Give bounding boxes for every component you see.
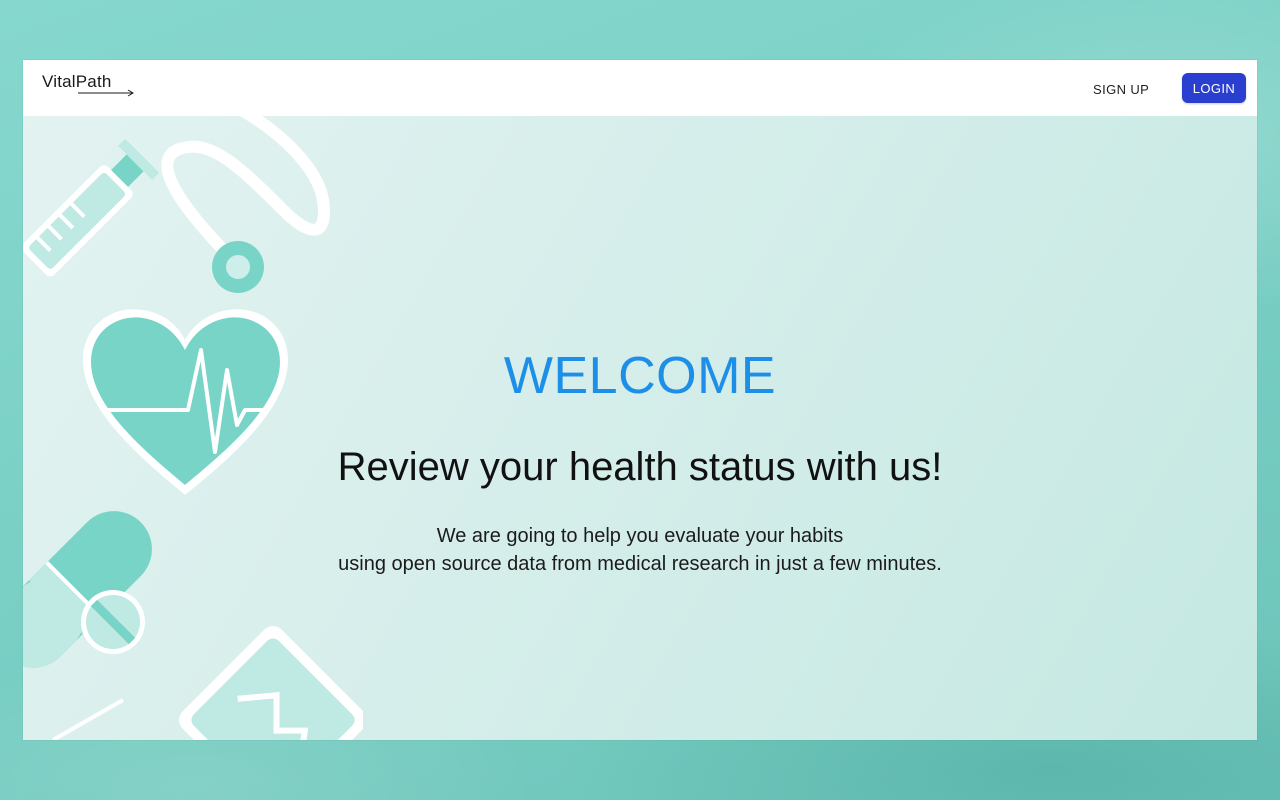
brand-logo[interactable]: VitalPath [42, 72, 134, 97]
signup-link[interactable]: SIGN UP [1087, 78, 1155, 101]
top-navbar: VitalPath SIGN UP LOGIN [23, 60, 1257, 116]
hero-description-line: We are going to help you evaluate your h… [436, 525, 844, 547]
login-button[interactable]: LOGIN [1182, 73, 1246, 103]
hero-description-line: using open source data from medical rese… [338, 553, 942, 575]
hero-section: WELCOME Review your health status with u… [23, 60, 1257, 740]
hero-description: We are going to help you evaluate your h… [23, 522, 1257, 578]
welcome-title: WELCOME [503, 347, 777, 405]
hero-subtitle: Review your health status with us! [337, 445, 943, 489]
browser-viewport: VitalPath SIGN UP LOGIN WELCOME Review y… [23, 60, 1257, 740]
brand-name: VitalPath [42, 72, 112, 91]
